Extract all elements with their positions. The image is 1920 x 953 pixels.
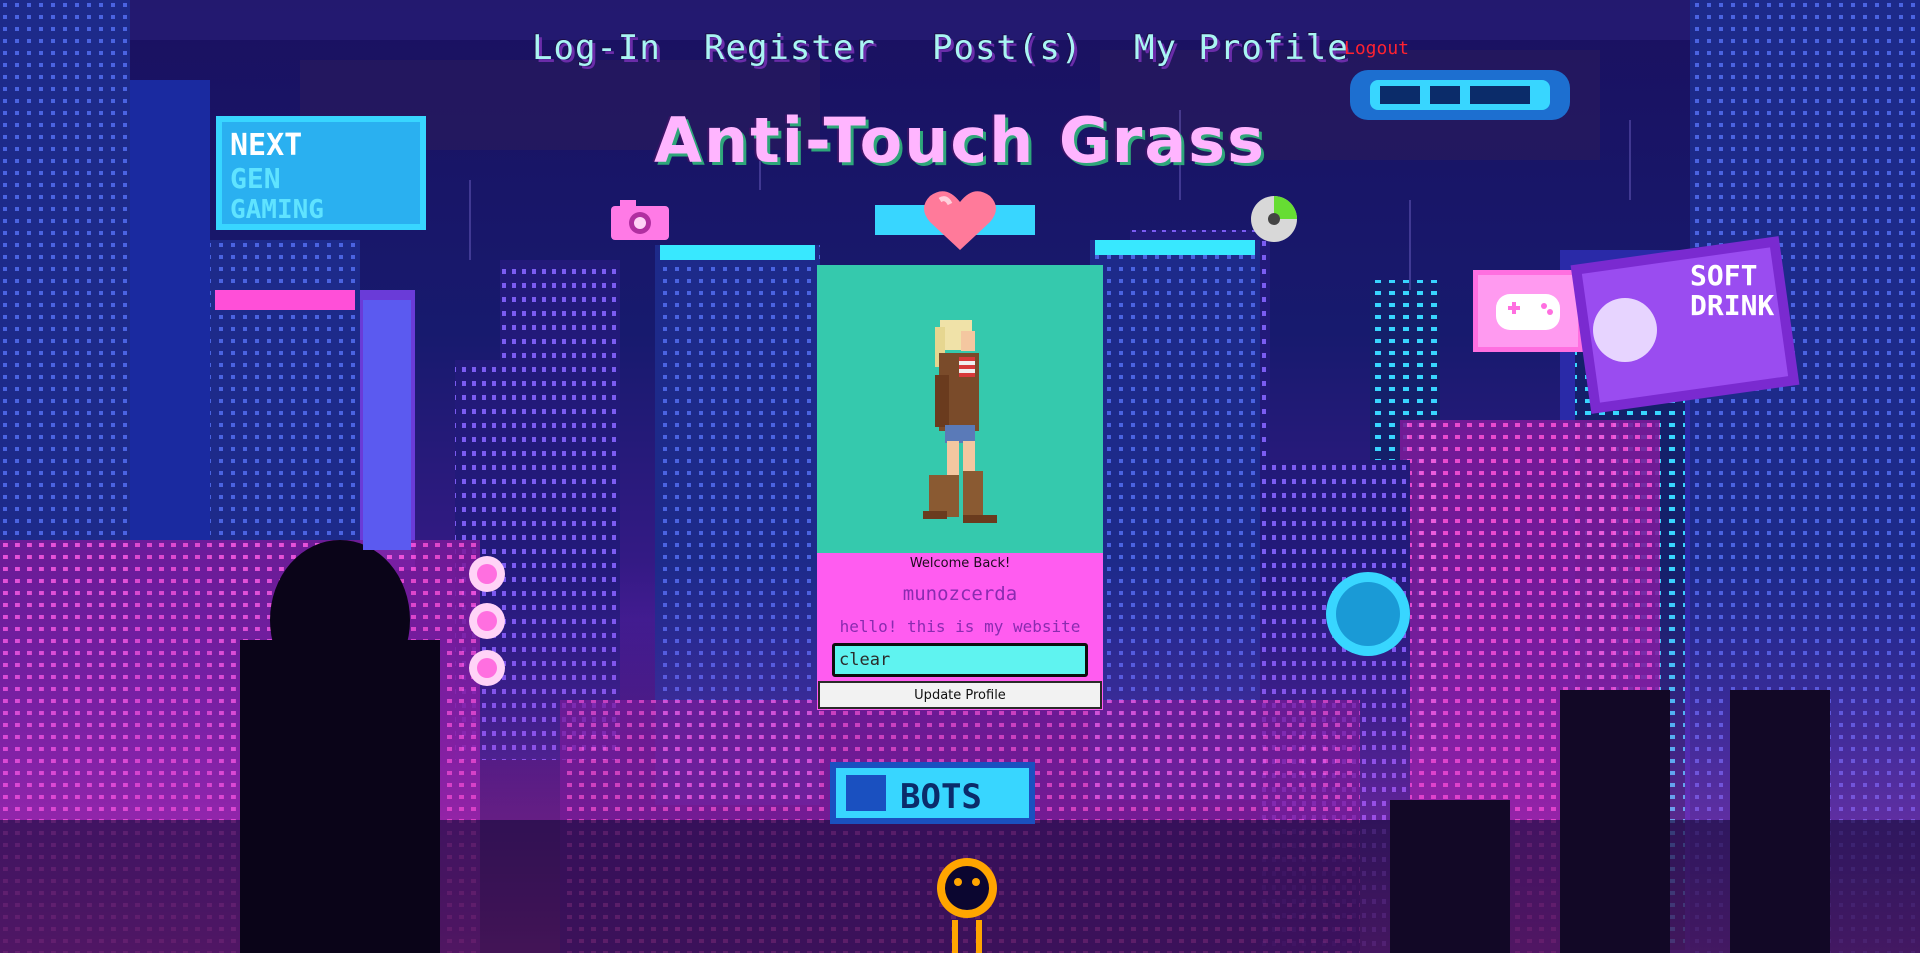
soft-drink-billboard: SOFT DRINK [1570, 236, 1800, 414]
profile-bio: hello! this is my website [839, 617, 1081, 636]
svg-text:SOFT: SOFT [1690, 259, 1757, 292]
nav-posts-link[interactable]: Post(s) [932, 28, 1082, 68]
svg-text:BOTS: BOTS [900, 777, 982, 817]
nav-login-link[interactable]: Log-In [532, 28, 661, 68]
svg-text:GAMING: GAMING [230, 195, 324, 225]
page: NEXT GEN GAMING SOFT DRINK BOTS Log-In R… [0, 0, 1920, 953]
update-profile-button[interactable]: Update Profile [818, 681, 1102, 709]
bots-sign: BOTS [830, 762, 1035, 824]
camera-icon [611, 200, 669, 240]
bio-input[interactable] [832, 643, 1088, 677]
pixel-character-illustration [923, 320, 997, 523]
nav-profile-link[interactable]: My Profile [1134, 28, 1349, 68]
welcome-text: Welcome Back! [909, 556, 1011, 571]
nav-register-link[interactable]: Register [704, 28, 876, 68]
top-nav: Log-In Register Post(s) My Profile Logou… [0, 28, 1920, 78]
nav-logout-link[interactable]: Logout [1344, 38, 1409, 59]
neon-circle-signs [469, 556, 505, 686]
profile-username: munozcerda [902, 583, 1018, 605]
cd-icon [1251, 196, 1297, 242]
site-title: Anti-Touch Grass [653, 104, 1266, 177]
anime-billboard [363, 300, 411, 550]
svg-text:DRINK: DRINK [1690, 289, 1774, 322]
gamepad-icon [1473, 270, 1583, 352]
profile-avatar [817, 265, 1103, 553]
round-neon-sign [1326, 572, 1410, 656]
profile-card: Welcome Back! munozcerda hello! this is … [817, 265, 1103, 710]
